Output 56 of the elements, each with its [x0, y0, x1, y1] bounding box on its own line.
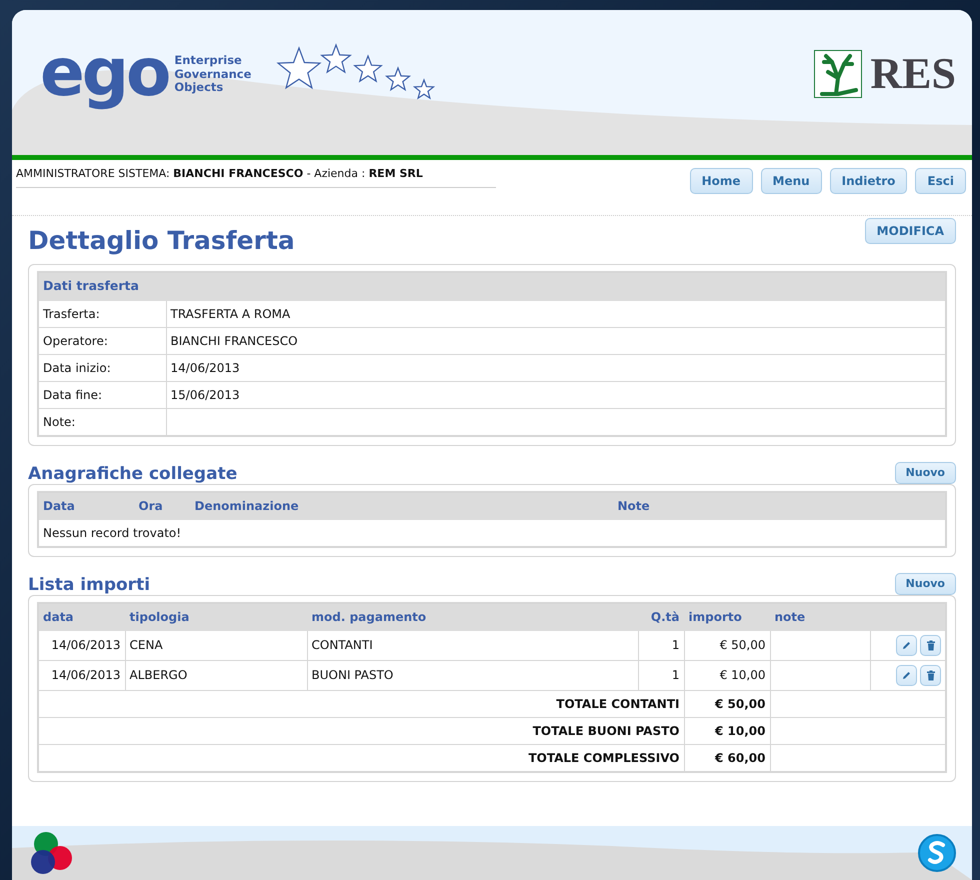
column-header: Note: [613, 492, 946, 520]
pencil-icon: [901, 640, 912, 651]
user-info-text: AMMINISTRATORE SISTEMA: BIANCHI FRANCESCO - Azienda : REM SRL: [16, 164, 496, 188]
column-header: Data: [38, 492, 134, 520]
table-cell: 14/06/2013: [38, 660, 125, 690]
column-header: tipologia: [125, 602, 307, 630]
field-label: Operatore:: [38, 327, 166, 354]
color-circles-icon: [30, 830, 74, 876]
nav-button[interactable]: Esci: [915, 168, 966, 194]
table-cell: € 10,00: [684, 660, 770, 690]
table-cell: CONTANTI: [307, 630, 638, 660]
section-title: Anagrafiche collegate: [28, 464, 238, 484]
trash-icon: [926, 670, 936, 681]
table-title: Dati trasferta: [38, 272, 946, 300]
table-cell: ALBERGO: [125, 660, 307, 690]
column-header: importo: [684, 602, 770, 630]
ego-logo-text: ego: [40, 33, 168, 113]
tree-logo-icon: [814, 50, 862, 98]
table-cell: CENA: [125, 630, 307, 660]
delete-button[interactable]: [920, 634, 941, 656]
modifica-button[interactable]: MODIFICA: [864, 218, 956, 244]
column-header: Q.tà: [638, 602, 684, 630]
new-button[interactable]: Nuovo: [894, 572, 956, 595]
field-label: Data fine:: [38, 381, 166, 408]
field-label: Trasferta:: [38, 300, 166, 328]
pencil-icon: [901, 670, 912, 681]
table-cell: € 50,00: [684, 630, 770, 660]
table-cell: 1: [638, 660, 684, 690]
section-title: Lista importi: [28, 574, 150, 595]
table-cell: 14/06/2013: [38, 630, 125, 660]
nav-button[interactable]: Indietro: [830, 168, 908, 194]
nav-button[interactable]: Menu: [760, 168, 822, 194]
total-label: TOTALE CONTANTI: [38, 690, 684, 718]
column-header: data: [38, 602, 125, 630]
page-title: Dettaglio Trasferta: [28, 226, 295, 256]
total-value: € 50,00: [684, 690, 770, 718]
new-button[interactable]: Nuovo: [894, 462, 956, 484]
trash-icon: [926, 640, 936, 651]
res-logo-text: RES: [870, 52, 956, 96]
column-header: Denominazione: [190, 492, 613, 520]
column-header: note: [770, 602, 870, 630]
edit-button[interactable]: [896, 634, 917, 656]
column-header: mod. pagamento: [307, 602, 638, 630]
logo-tagline-text: Enterprise: [174, 54, 243, 68]
column-header: Ora: [134, 492, 190, 520]
total-value: € 10,00: [684, 717, 770, 744]
nav-button[interactable]: Home: [690, 168, 752, 194]
edit-button[interactable]: [896, 664, 917, 686]
total-label: TOTALE BUONI PASTO: [38, 717, 684, 744]
field-label: Data inizio:: [38, 354, 166, 382]
table-cell: 1: [638, 630, 684, 660]
chat-app-icon[interactable]: [916, 832, 958, 874]
logo-tagline-text: Governance: [174, 68, 252, 81]
delete-button[interactable]: [920, 664, 941, 686]
table-cell: BUONI PASTO: [307, 660, 638, 690]
logo-tagline-text: Objects: [174, 81, 224, 94]
